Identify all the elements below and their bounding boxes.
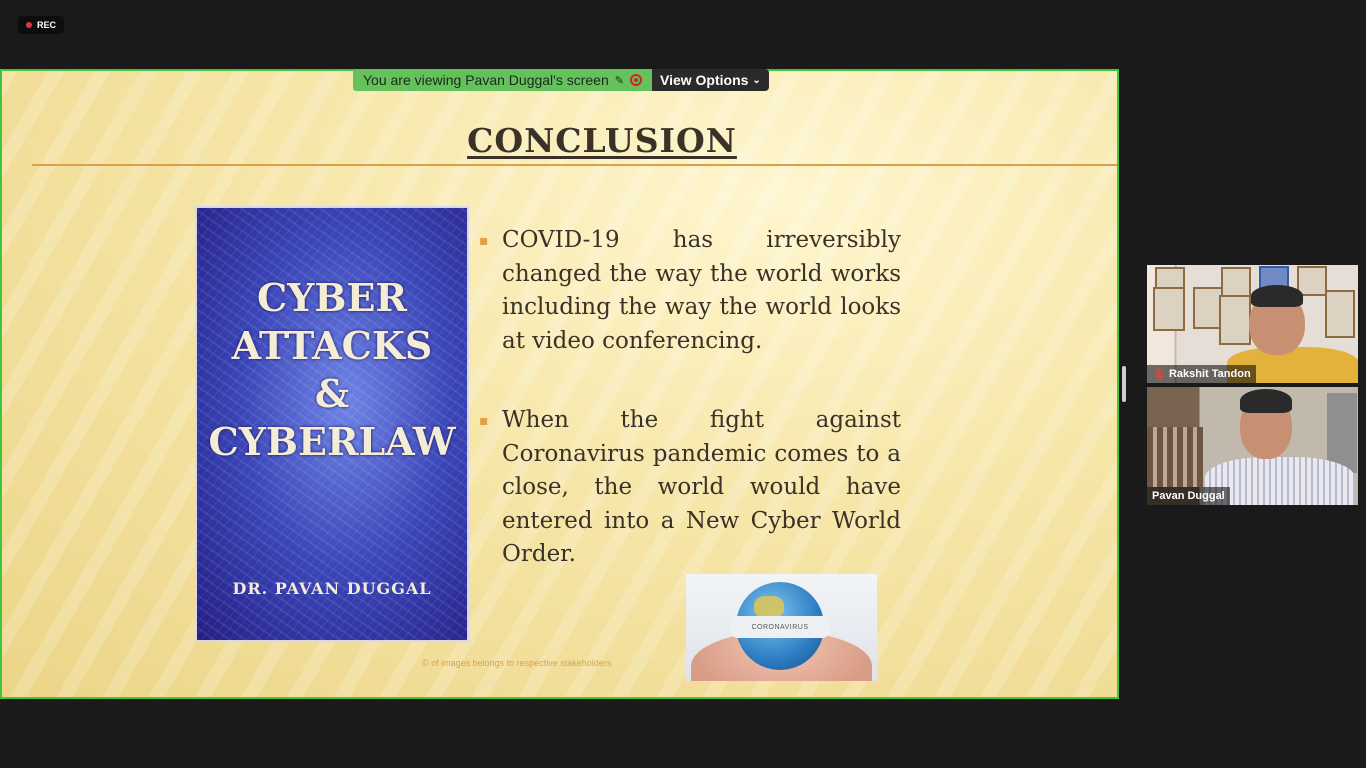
video-tile[interactable]: Pavan Duggal <box>1147 387 1358 505</box>
book-title-line: & <box>314 371 350 416</box>
globe-photo: CORONAVIRUS <box>686 574 877 681</box>
square-bullet-icon: ▪ <box>479 413 489 429</box>
title-divider <box>32 164 1117 166</box>
video-tile[interactable]: 🎙 Rakshit Tandon <box>1147 265 1358 383</box>
annotate-pen-icon[interactable]: ✎ <box>615 74 624 87</box>
bullet-item: ▪ COVID-19 has irreversibly changed the … <box>477 224 901 358</box>
chevron-down-icon: ⌄ <box>752 74 761 86</box>
slide-title: CONCLUSION <box>467 121 737 160</box>
image-credit: © of images belongs to respective stakeh… <box>422 658 612 668</box>
wall-frame <box>1325 290 1355 338</box>
book-title-line: ATTACKS <box>231 323 433 368</box>
panel-resize-handle[interactable] <box>1122 366 1126 402</box>
book-author: DR. PAVAN DUGGAL <box>232 579 432 598</box>
participant-name: Rakshit Tandon <box>1168 368 1251 380</box>
bullet-text: When the fight against Coronavirus pande… <box>502 407 901 567</box>
recording-label: REC <box>37 20 57 30</box>
view-options-button[interactable]: View Options ⌄ <box>651 69 769 91</box>
wall-frame <box>1221 267 1251 297</box>
book-title-line: CYBERLAW <box>208 419 456 464</box>
bullet-item: ▪ When the fight against Coronavirus pan… <box>477 404 901 572</box>
viewing-notice-text: You are viewing Pavan Duggal's screen <box>363 72 609 88</box>
viewing-notice: You are viewing Pavan Duggal's screen ✎ <box>353 69 652 91</box>
view-options-label: View Options <box>659 72 749 88</box>
participant-name-label: Pavan Duggal <box>1147 487 1230 505</box>
person-hair <box>1251 285 1303 307</box>
wall-frame <box>1219 295 1251 345</box>
mic-muted-icon: 🎙 <box>1152 368 1166 381</box>
participant-name-label: 🎙 Rakshit Tandon <box>1147 365 1256 383</box>
book-title-line: CYBER <box>256 275 408 320</box>
globe-icon: CORONAVIRUS <box>730 582 830 670</box>
square-bullet-icon: ▪ <box>479 233 489 249</box>
book-cover-image: CYBER ATTACKS & CYBERLAW DR. PAVAN DUGGA… <box>195 206 469 642</box>
bullet-list: ▪ COVID-19 has irreversibly changed the … <box>477 224 901 618</box>
shared-screen[interactable]: CONCLUSION CYBER ATTACKS & CYBERLAW DR. … <box>0 69 1119 699</box>
wall-frame <box>1153 287 1185 331</box>
book-title: CYBER ATTACKS & CYBERLAW <box>197 274 467 466</box>
recording-indicator: REC <box>18 16 65 34</box>
globe-land <box>754 596 784 618</box>
screen-share-banner: You are viewing Pavan Duggal's screen ✎ … <box>353 69 769 91</box>
face-mask-label: CORONAVIRUS <box>730 616 830 638</box>
presentation-slide: CONCLUSION CYBER ATTACKS & CYBERLAW DR. … <box>2 71 1117 697</box>
recording-ring-icon <box>629 74 642 86</box>
record-dot-icon <box>26 22 32 28</box>
person-hair <box>1240 389 1292 413</box>
participant-name: Pavan Duggal <box>1152 490 1225 502</box>
bullet-text: COVID-19 has irreversibly changed the wa… <box>502 227 901 354</box>
curtain <box>1147 427 1203 487</box>
